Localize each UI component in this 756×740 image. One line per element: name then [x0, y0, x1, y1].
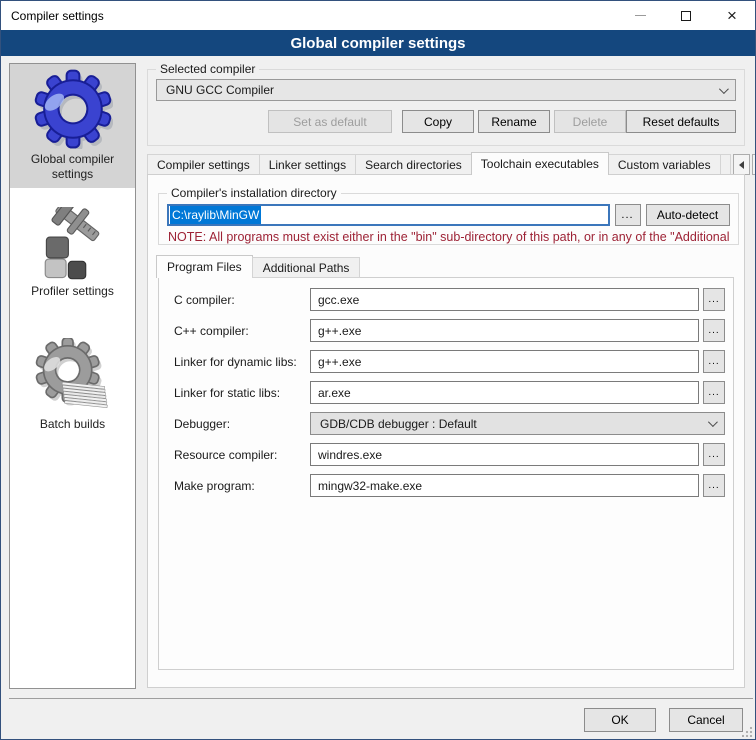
- tab-custom-variables[interactable]: Custom variables: [608, 154, 721, 175]
- sidebar-item-batch-builds[interactable]: Batch builds: [10, 333, 135, 438]
- auto-detect-button[interactable]: Auto-detect: [646, 204, 730, 226]
- program-row-c-compiler: C compiler: gcc.exe ...: [174, 288, 725, 311]
- browse-linker-dynamic-button[interactable]: ...: [703, 350, 725, 373]
- linker-dynamic-input[interactable]: g++.exe: [310, 350, 699, 373]
- row-label: Make program:: [174, 479, 310, 493]
- installation-directory-value: C:\raylib\MinGW: [170, 206, 261, 224]
- subtab-program-files[interactable]: Program Files: [156, 255, 253, 278]
- tab-linker-settings[interactable]: Linker settings: [259, 154, 356, 175]
- minimize-icon: [635, 15, 646, 16]
- blue-gear-icon: [33, 69, 113, 149]
- row-label: C compiler:: [174, 293, 310, 307]
- field-value: mingw32-make.exe: [318, 479, 422, 493]
- browse-c-compiler-button[interactable]: ...: [703, 288, 725, 311]
- program-row-make-program: Make program: mingw32-make.exe ...: [174, 474, 725, 497]
- chevron-down-icon: [719, 84, 729, 94]
- reset-defaults-button[interactable]: Reset defaults: [626, 110, 736, 133]
- row-label: Resource compiler:: [174, 448, 310, 462]
- maximize-button[interactable]: [663, 1, 709, 30]
- chevron-down-icon: [708, 417, 718, 427]
- installation-directory-row: C:\raylib\MinGW ... Auto-detect: [167, 204, 730, 226]
- resource-compiler-input[interactable]: windres.exe: [310, 443, 699, 466]
- resize-grip[interactable]: [742, 726, 753, 737]
- toolchain-executables-panel: Compiler's installation directory C:\ray…: [147, 174, 745, 688]
- settings-category-sidebar: Global compiler settings Pr: [9, 63, 136, 689]
- copy-button[interactable]: Copy: [402, 110, 474, 133]
- make-program-input[interactable]: mingw32-make.exe: [310, 474, 699, 497]
- c-compiler-input[interactable]: gcc.exe: [310, 288, 699, 311]
- tab-scroll-left-button[interactable]: [733, 154, 750, 175]
- compiler-buttons-row: Set as default Copy Rename Delete Reset …: [156, 110, 736, 133]
- field-value: gcc.exe: [318, 293, 359, 307]
- field-value: g++.exe: [318, 324, 361, 338]
- tab-build-options[interactable]: Build options: [720, 154, 731, 175]
- sidebar-item-label: Batch builds: [40, 417, 105, 432]
- program-row-linker-static: Linker for static libs: ar.exe ...: [174, 381, 725, 404]
- caliper-blocks-icon: [36, 207, 110, 281]
- installation-directory-legend: Compiler's installation directory: [167, 186, 341, 200]
- compiler-select[interactable]: GNU GCC Compiler: [156, 79, 736, 101]
- cancel-button[interactable]: Cancel: [669, 708, 743, 732]
- browse-resource-compiler-button[interactable]: ...: [703, 443, 725, 466]
- close-icon: ×: [727, 7, 737, 24]
- row-label: Debugger:: [174, 417, 310, 431]
- program-row-resource-compiler: Resource compiler: windres.exe ...: [174, 443, 725, 466]
- dialog-body: Global compiler settings Pr: [1, 56, 755, 739]
- program-files-panel: C compiler: gcc.exe ... C++ compiler: g+…: [158, 277, 734, 670]
- subtab-additional-paths[interactable]: Additional Paths: [252, 257, 361, 278]
- dialog-banner: Global compiler settings: [1, 30, 755, 56]
- sidebar-item-global-compiler-settings[interactable]: Global compiler settings: [10, 64, 135, 188]
- delete-button: Delete: [554, 110, 626, 133]
- cpp-compiler-input[interactable]: g++.exe: [310, 319, 699, 342]
- browse-make-program-button[interactable]: ...: [703, 474, 725, 497]
- browse-linker-static-button[interactable]: ...: [703, 381, 725, 404]
- linker-static-input[interactable]: ar.exe: [310, 381, 699, 404]
- tab-toolchain-executables[interactable]: Toolchain executables: [471, 152, 609, 175]
- compiler-select-value: GNU GCC Compiler: [166, 83, 719, 97]
- banner-title: Global compiler settings: [290, 35, 465, 52]
- gray-gear-stack-icon: [35, 338, 111, 414]
- browse-directory-button[interactable]: ...: [615, 204, 641, 226]
- titlebar: Compiler settings ×: [1, 1, 755, 30]
- ok-button[interactable]: OK: [584, 708, 656, 732]
- tab-search-directories[interactable]: Search directories: [355, 154, 472, 175]
- field-value: windres.exe: [318, 448, 382, 462]
- close-button[interactable]: ×: [709, 1, 755, 30]
- footer-buttons: OK Cancel: [584, 708, 743, 732]
- row-label: C++ compiler:: [174, 324, 310, 338]
- rename-button[interactable]: Rename: [478, 110, 550, 133]
- directory-note: NOTE: All programs must exist either in …: [168, 230, 730, 244]
- sidebar-item-label: Profiler settings: [31, 284, 114, 299]
- window-title: Compiler settings: [11, 9, 104, 23]
- installation-directory-input[interactable]: C:\raylib\MinGW: [167, 204, 610, 226]
- footer-divider: [9, 698, 753, 699]
- browse-cpp-compiler-button[interactable]: ...: [703, 319, 725, 342]
- debugger-select[interactable]: GDB/CDB debugger : Default: [310, 412, 725, 435]
- program-row-linker-dynamic: Linker for dynamic libs: g++.exe ...: [174, 350, 725, 373]
- arrow-left-icon: [739, 161, 744, 169]
- debugger-select-value: GDB/CDB debugger : Default: [320, 417, 708, 431]
- row-label: Linker for static libs:: [174, 386, 310, 400]
- program-row-debugger: Debugger: GDB/CDB debugger : Default: [174, 412, 725, 435]
- installation-directory-group: Compiler's installation directory C:\ray…: [158, 186, 739, 245]
- sidebar-item-label: Global compiler settings: [12, 152, 133, 182]
- field-value: g++.exe: [318, 355, 361, 369]
- tab-compiler-settings[interactable]: Compiler settings: [147, 154, 260, 175]
- set-as-default-button: Set as default: [268, 110, 392, 133]
- program-subtabs: Program Files Additional Paths: [156, 255, 744, 278]
- field-value: ar.exe: [318, 386, 351, 400]
- tab-scroll-arrows: [731, 154, 756, 175]
- compiler-settings-dialog: Compiler settings × Global compiler sett…: [0, 0, 756, 740]
- settings-content: Selected compiler GNU GCC Compiler Set a…: [141, 56, 747, 739]
- sidebar-item-profiler-settings[interactable]: Profiler settings: [10, 202, 135, 305]
- settings-tabs: Compiler settings Linker settings Search…: [147, 152, 745, 175]
- program-row-cpp-compiler: C++ compiler: g++.exe ...: [174, 319, 725, 342]
- row-label: Linker for dynamic libs:: [174, 355, 310, 369]
- maximize-icon: [681, 11, 691, 21]
- tab-scroll-right-button[interactable]: [752, 154, 756, 175]
- selected-compiler-legend: Selected compiler: [156, 62, 259, 76]
- selected-compiler-group: Selected compiler GNU GCC Compiler Set a…: [147, 62, 745, 146]
- minimize-button[interactable]: [617, 1, 663, 30]
- titlebar-buttons: ×: [617, 1, 755, 30]
